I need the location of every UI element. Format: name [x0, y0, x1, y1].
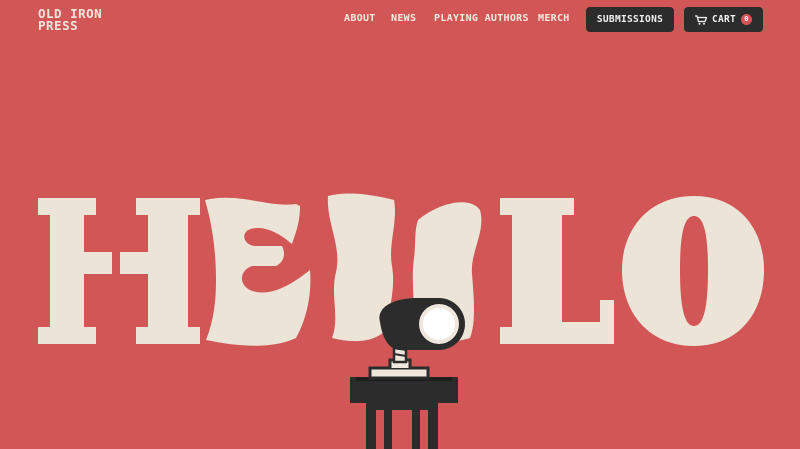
hero-letter-l2 [500, 198, 614, 344]
microphone-icon [368, 298, 465, 380]
podium-icon [350, 377, 458, 449]
hero-letter-o [622, 196, 764, 346]
hero-letter-e [205, 197, 311, 346]
hero-illustration [38, 193, 764, 449]
